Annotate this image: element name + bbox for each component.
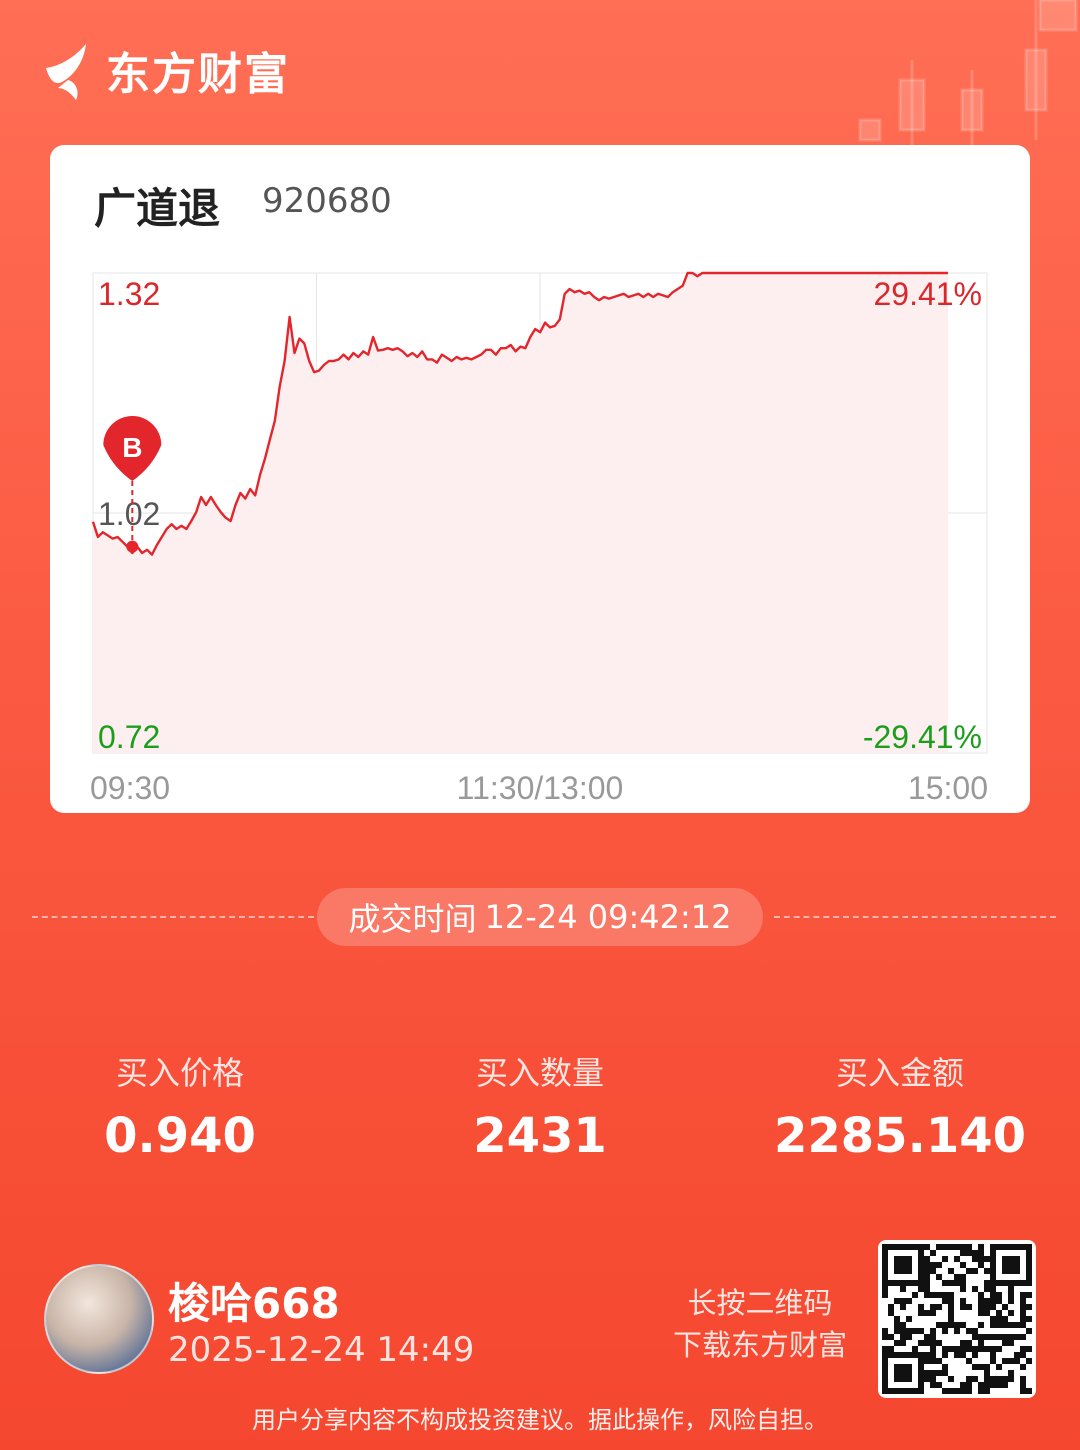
brand-logo-icon <box>46 44 86 100</box>
user-avatar[interactable] <box>44 1264 154 1374</box>
brand-header: 东方财富 <box>40 38 290 102</box>
trade-time-value: 12-24 09:42:12 <box>484 898 732 936</box>
trade-stats: 买入价格 0.940 买入数量 2431 买入金额 2285.140 <box>0 1048 1080 1168</box>
intraday-chart: 1.32 1.02 0.72 29.41% -29.41% 09:30 11:30/13:0… <box>90 271 988 806</box>
qr-hint: 长按二维码 下载东方财富 <box>640 1282 880 1366</box>
trade-time-pill: 成交时间 12-24 09:42:12 <box>317 888 763 946</box>
stat-buy-quantity: 买入数量 2431 <box>360 1048 720 1164</box>
buy-marker-label: B <box>122 432 142 463</box>
disclaimer: 用户分享内容不构成投资建议。据此操作，风险自担。 <box>252 1406 828 1434</box>
trade-time-label: 成交时间 <box>348 900 477 938</box>
stat-label: 买入价格 <box>115 1054 244 1092</box>
stat-label: 买入金额 <box>835 1054 964 1092</box>
stat-value: 2431 <box>473 1108 607 1164</box>
y-tick-label-right-top: 29.41% <box>873 276 982 312</box>
stat-buy-amount: 买入金额 2285.140 <box>720 1048 1080 1164</box>
trade-time-row: 成交时间 12-24 09:42:12 <box>32 888 1056 946</box>
qr-code[interactable] <box>878 1240 1036 1398</box>
stat-label: 买入数量 <box>475 1054 604 1092</box>
stat-buy-price: 买入价格 0.940 <box>0 1048 360 1164</box>
qr-finder-pattern <box>882 1352 924 1394</box>
stat-value: 0.940 <box>104 1108 256 1164</box>
x-tick-label-midday: 11:30/13:00 <box>457 770 624 806</box>
stat-value: 2285.140 <box>773 1108 1027 1164</box>
y-tick-label-bottom: 0.72 <box>98 719 160 755</box>
qr-hint-line2: 下载东方财富 <box>672 1328 847 1362</box>
dashed-divider-right <box>774 916 1056 918</box>
x-tick-label-close: 15:00 <box>908 770 988 806</box>
brand-name: 东方财富 <box>106 49 290 100</box>
dashed-divider-left <box>32 916 314 918</box>
x-tick-label-open: 09:30 <box>90 770 170 806</box>
y-tick-label-mid: 1.02 <box>98 496 160 532</box>
candlestick-decoration <box>858 0 1078 150</box>
user-name[interactable]: 梭哈668 <box>168 1270 340 1331</box>
post-timestamp: 2025-12-24 14:49 <box>168 1330 475 1370</box>
stock-chart-card: 广道退 920680 1.32 1.02 0.72 29.41% -29.41% 09:3… <box>50 145 1030 813</box>
buy-marker-dot <box>126 540 139 553</box>
qr-finder-pattern <box>882 1244 924 1286</box>
y-tick-label-right-bottom: -29.41% <box>863 719 982 755</box>
qr-hint-line1: 长按二维码 <box>687 1286 833 1320</box>
y-tick-label-top: 1.32 <box>98 276 160 312</box>
qr-finder-pattern <box>990 1244 1032 1286</box>
